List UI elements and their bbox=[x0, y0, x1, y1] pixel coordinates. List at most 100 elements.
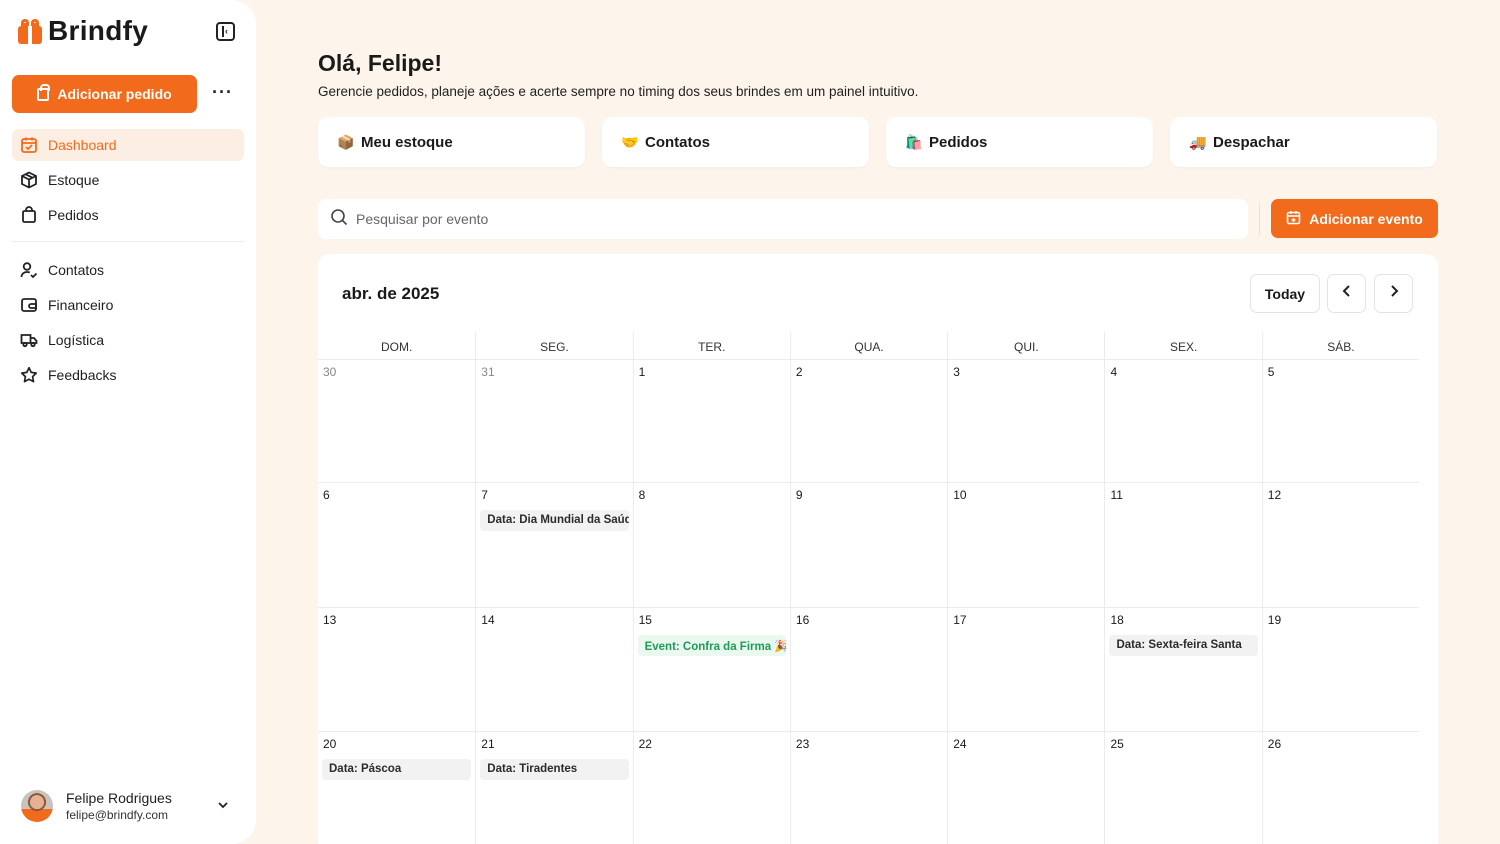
chevron-left-icon bbox=[1340, 284, 1354, 303]
day-number: 20 bbox=[323, 737, 337, 751]
calendar-day-cell[interactable]: 25 bbox=[1104, 732, 1261, 844]
quick-action-meu-estoque[interactable]: 📦 Meu estoque bbox=[318, 117, 585, 167]
divider bbox=[1259, 203, 1260, 235]
sidebar-item-logistica[interactable]: Logística bbox=[12, 324, 244, 356]
day-number: 26 bbox=[1267, 737, 1282, 751]
calendar-day-cell[interactable]: 16 bbox=[789, 608, 947, 731]
user-check-icon bbox=[20, 261, 38, 279]
sidebar-item-feedbacks[interactable]: Feedbacks bbox=[12, 359, 244, 391]
user-email: felipe@brindfy.com bbox=[66, 808, 168, 822]
calendar-day-cell[interactable]: 21 Data: Tiradentes bbox=[475, 732, 632, 844]
quick-action-label: Pedidos bbox=[929, 133, 988, 151]
sidebar-nav: Dashboard Estoque Pedidos Contatos Finan… bbox=[12, 129, 244, 394]
sidebar-item-label: Pedidos bbox=[48, 207, 99, 223]
day-number: 2 bbox=[795, 365, 803, 379]
calendar-week-row: 30 31 1 2 3 4 5 bbox=[318, 360, 1419, 483]
calendar-icon bbox=[20, 136, 38, 154]
search-icon bbox=[330, 208, 348, 231]
avatar bbox=[21, 790, 53, 822]
calendar-day-cell[interactable]: 19 bbox=[1261, 608, 1419, 731]
calendar-day-cell[interactable]: 12 bbox=[1261, 483, 1419, 607]
calendar-day-cell[interactable]: 6 bbox=[318, 483, 475, 607]
quick-action-label: Contatos bbox=[645, 133, 710, 151]
day-number: 24 bbox=[953, 737, 967, 751]
day-number: 6 bbox=[323, 488, 330, 502]
sidebar-item-label: Feedbacks bbox=[48, 367, 117, 383]
sidebar-item-financeiro[interactable]: Financeiro bbox=[12, 289, 244, 321]
shopping-bag-icon bbox=[20, 206, 38, 224]
add-event-button[interactable]: Adicionar evento bbox=[1271, 199, 1438, 238]
weekday-label: DOM. bbox=[380, 340, 413, 354]
sidebar-item-label: Dashboard bbox=[48, 137, 117, 153]
day-number: 13 bbox=[323, 613, 337, 627]
sidebar-item-estoque[interactable]: Estoque bbox=[12, 164, 244, 196]
page-title: Olá, Felipe! bbox=[318, 50, 442, 76]
weekday-label: SÁB. bbox=[1261, 332, 1419, 359]
calendar-plus-icon bbox=[1286, 210, 1301, 228]
calendar: abr. de 2025 Today DOM. SEG. TER. QUA. QUI. S… bbox=[318, 254, 1438, 844]
calendar-event[interactable]: Event: Confra da Firma 🎉 bbox=[637, 635, 786, 656]
today-button[interactable]: Today bbox=[1250, 274, 1320, 313]
box-icon bbox=[20, 171, 38, 189]
calendar-event[interactable]: Data: Sexta-feira Santa bbox=[1109, 635, 1258, 656]
chevron-right-icon bbox=[1387, 284, 1401, 303]
user-name: Felipe Rodrigues bbox=[66, 790, 172, 806]
sidebar-item-contatos[interactable]: Contatos bbox=[12, 254, 244, 286]
next-month-button[interactable] bbox=[1374, 274, 1413, 313]
more-options-icon[interactable]: ··· bbox=[212, 82, 233, 103]
calendar-event[interactable]: Data: Dia Mundial da Saúde bbox=[480, 510, 629, 531]
add-order-label: Adicionar pedido bbox=[57, 86, 172, 102]
shopping-bag-icon bbox=[37, 83, 51, 101]
calendar-day-cell[interactable]: 30 bbox=[318, 360, 475, 482]
calendar-day-cell[interactable]: 3 bbox=[947, 360, 1104, 482]
sidebar-item-dashboard[interactable]: Dashboard bbox=[12, 129, 244, 161]
calendar-day-cell[interactable]: 22 bbox=[632, 732, 790, 844]
quick-action-despachar[interactable]: 🚚 Despachar bbox=[1170, 117, 1437, 167]
calendar-day-cell[interactable]: 8 bbox=[632, 483, 790, 607]
calendar-day-cell[interactable]: 17 bbox=[947, 608, 1104, 731]
calendar-day-cell[interactable]: 15 Event: Confra da Firma 🎉 bbox=[632, 608, 790, 731]
quick-action-pedidos[interactable]: 🛍️ Pedidos bbox=[886, 117, 1153, 167]
day-number: 11 bbox=[1110, 488, 1123, 502]
calendar-event[interactable]: Data: Páscoa bbox=[322, 759, 472, 780]
calendar-day-cell[interactable]: 4 bbox=[1104, 360, 1261, 482]
calendar-day-cell[interactable]: 20 Data: Páscoa bbox=[318, 732, 475, 844]
prev-month-button[interactable] bbox=[1327, 274, 1366, 313]
calendar-day-cell[interactable]: 23 bbox=[789, 732, 947, 844]
calendar-day-cell[interactable]: 26 bbox=[1261, 732, 1419, 844]
calendar-event[interactable]: Data: Tiradentes bbox=[480, 759, 629, 780]
calendar-day-cell[interactable]: 10 bbox=[947, 483, 1104, 607]
day-number: 3 bbox=[953, 365, 960, 379]
calendar-day-cell[interactable]: 11 bbox=[1104, 483, 1261, 607]
nav-divider bbox=[12, 241, 244, 242]
collapse-sidebar-icon[interactable]: ‹ bbox=[216, 22, 235, 41]
calendar-day-cell[interactable]: 7 Data: Dia Mundial da Saúde bbox=[475, 483, 632, 607]
day-number: 12 bbox=[1267, 488, 1282, 502]
calendar-day-cell[interactable]: 2 bbox=[789, 360, 947, 482]
calendar-day-cell[interactable]: 1 bbox=[632, 360, 790, 482]
day-number: 15 bbox=[638, 613, 652, 627]
chevron-down-icon[interactable] bbox=[216, 798, 230, 817]
user-profile[interactable]: Felipe Rodrigues felipe@brindfy.com bbox=[21, 788, 236, 824]
weekday-header: DOM. SEG. TER. QUA. QUI. SEX. SÁB. bbox=[318, 332, 1419, 360]
calendar-day-cell[interactable]: 5 bbox=[1261, 360, 1419, 482]
add-order-button[interactable]: Adicionar pedido bbox=[12, 75, 197, 113]
day-number: 30 bbox=[323, 365, 337, 379]
search-input[interactable] bbox=[356, 211, 1216, 227]
sidebar-item-pedidos[interactable]: Pedidos bbox=[12, 199, 244, 231]
calendar-day-cell[interactable]: 24 bbox=[947, 732, 1104, 844]
calendar-day-cell[interactable]: 14 bbox=[475, 608, 632, 731]
package-icon: 📦 bbox=[337, 133, 355, 150]
day-number: 4 bbox=[1110, 365, 1118, 379]
page-subtitle: Gerencie pedidos, planeje ações e acerte… bbox=[318, 84, 919, 99]
calendar-week-row: 6 7 Data: Dia Mundial da Saúde 8 9 10 11 12 bbox=[318, 483, 1419, 608]
sidebar: Brindfy ‹ Adicionar pedido ··· Dashboard… bbox=[0, 0, 256, 844]
calendar-day-cell[interactable]: 9 bbox=[789, 483, 947, 607]
brand-logo[interactable]: Brindfy bbox=[18, 15, 148, 47]
calendar-day-cell[interactable]: 31 bbox=[475, 360, 632, 482]
quick-action-contatos[interactable]: 🤝 Contatos bbox=[602, 117, 869, 167]
calendar-day-cell[interactable]: 13 bbox=[318, 608, 475, 731]
weekday-label: SEX. bbox=[1104, 332, 1261, 359]
calendar-day-cell[interactable]: 18 Data: Sexta-feira Santa bbox=[1104, 608, 1261, 731]
handshake-icon: 🤝 bbox=[621, 133, 639, 150]
